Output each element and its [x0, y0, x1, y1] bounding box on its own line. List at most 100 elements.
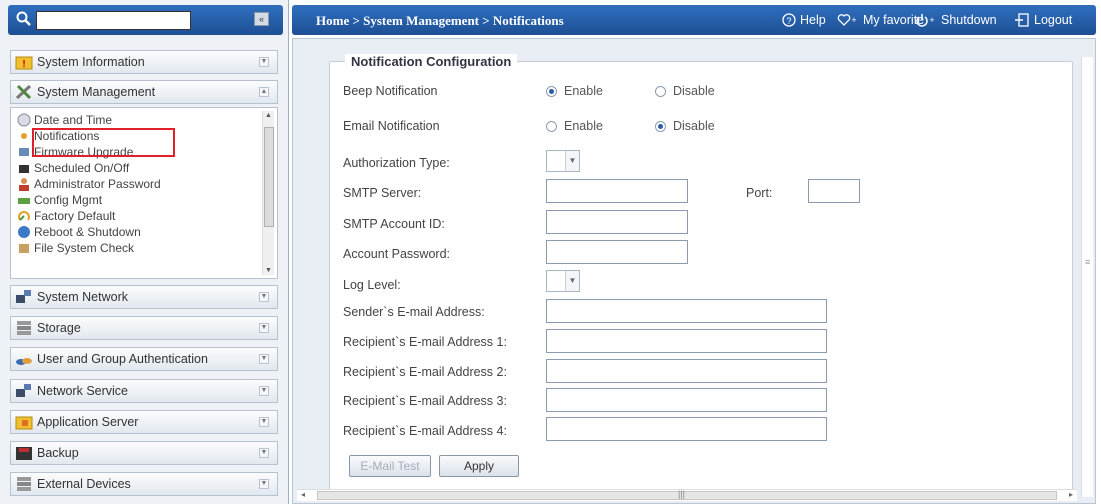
submenu-reboot-shutdown[interactable]: Reboot & Shutdown [17, 224, 141, 240]
expand-arrow-icon[interactable]: ▼ [259, 323, 269, 333]
menu-label: System Information [37, 55, 145, 69]
submenu-label: Administrator Password [34, 177, 161, 191]
radio-dot [546, 85, 557, 97]
recipient-email-4-input[interactable] [546, 417, 827, 441]
clock-icon [17, 113, 31, 127]
account-password-label: Account Password: [343, 247, 450, 261]
email-enable-radio[interactable]: Enable [546, 119, 603, 133]
email-test-button[interactable]: E-Mail Test [349, 455, 431, 477]
port-label: Port: [746, 186, 773, 200]
submenu-administrator-password[interactable]: Administrator Password [17, 176, 161, 192]
search-icon[interactable] [16, 11, 32, 27]
sender-email-input[interactable] [546, 299, 827, 323]
scroll-up-arrow-icon[interactable]: ▲ [265, 112, 272, 119]
recipient-email-2-input[interactable] [546, 359, 827, 383]
sender-email-label: Sender`s E-mail Address: [343, 305, 485, 319]
radio-dot [655, 85, 666, 97]
fieldset-legend: Notification Configuration [345, 54, 518, 69]
menu-system-network[interactable]: System Network ▼ [10, 285, 278, 309]
smtp-server-label: SMTP Server: [343, 186, 422, 200]
menu-system-management[interactable]: System Management ▲ [10, 80, 278, 104]
expand-arrow-icon[interactable]: ▼ [259, 354, 269, 364]
menu-network-service[interactable]: Network Service ▼ [10, 379, 278, 403]
tools-icon [15, 84, 32, 100]
help-icon: ? [782, 13, 796, 27]
email-disable-radio[interactable]: Disable [655, 119, 715, 133]
recipient-email-1-input[interactable] [546, 329, 827, 353]
submenu-config-mgmt[interactable]: Config Mgmt [17, 192, 102, 208]
users-icon [16, 358, 32, 365]
admin-user-icon [19, 178, 29, 191]
svg-text:+: + [851, 15, 856, 25]
recipient-email-2-label: Recipient`s E-mail Address 2: [343, 365, 507, 379]
account-password-input[interactable] [546, 240, 688, 264]
menu-user-group-authentication[interactable]: User and Group Authentication ▼ [10, 347, 278, 371]
main-horizontal-scrollbar[interactable]: ◂ ||| ▸ [297, 489, 1077, 501]
smtp-server-input[interactable] [546, 179, 688, 203]
main-vertical-scrollbar[interactable]: ≡ [1081, 57, 1093, 497]
submenu-label: Config Mgmt [34, 193, 103, 207]
shutdown-link[interactable]: + Shutdown [915, 13, 997, 27]
submenu-factory-default[interactable]: Factory Default [17, 208, 115, 224]
port-input[interactable] [808, 179, 860, 203]
apply-button[interactable]: Apply [439, 455, 519, 477]
network-service-icon [16, 384, 31, 397]
authorization-type-label: Authorization Type: [343, 156, 450, 170]
menu-label: User and Group Authentication [37, 352, 208, 366]
menu-label: Application Server [37, 415, 139, 429]
submenu-label: Factory Default [34, 209, 116, 223]
expand-arrow-icon[interactable]: ▼ [259, 57, 269, 67]
scrollbar-thumb[interactable] [264, 127, 274, 227]
expand-arrow-icon[interactable]: ▼ [259, 292, 269, 302]
collapse-arrow-icon[interactable]: ▲ [259, 87, 269, 97]
top-bar: Home > System Management > Notifications… [292, 5, 1096, 35]
submenu-scrollbar[interactable]: ▲ ▼ [262, 111, 274, 275]
menu-backup[interactable]: Backup ▼ [10, 441, 278, 465]
scroll-grip-icon: ≡ [1085, 257, 1091, 267]
recipient-email-3-input[interactable] [546, 388, 827, 412]
radio-label: Disable [673, 84, 715, 98]
menu-label: Network Service [37, 384, 128, 398]
smtp-account-id-input[interactable] [546, 210, 688, 234]
menu-storage[interactable]: Storage ▼ [10, 316, 278, 340]
beep-disable-radio[interactable]: Disable [655, 84, 715, 98]
menu-external-devices[interactable]: External Devices ▼ [10, 472, 278, 496]
collapse-sidebar-button[interactable]: « [254, 12, 269, 26]
logout-link[interactable]: Logout [1014, 13, 1072, 27]
horizontal-scrollbar-thumb[interactable]: ||| [317, 489, 1057, 500]
scroll-down-arrow-icon[interactable]: ▼ [265, 267, 272, 274]
scroll-left-arrow-icon[interactable]: ◂ [301, 490, 305, 499]
search-input[interactable] [36, 11, 191, 30]
radio-dot [655, 120, 666, 132]
menu-label: System Management [37, 85, 156, 99]
app-folder-icon [15, 416, 33, 430]
menu-system-information[interactable]: ! System Information ▼ [10, 50, 278, 74]
scroll-right-arrow-icon[interactable]: ▸ [1069, 490, 1073, 499]
scroll-grip-icon: ||| [678, 489, 686, 499]
backup-icon [16, 447, 32, 460]
submenu-date-and-time[interactable]: Date and Time [17, 112, 112, 128]
submenu-scheduled-on-off[interactable]: Scheduled On/Off [17, 160, 129, 176]
recipient-email-1-label: Recipient`s E-mail Address 1: [343, 335, 507, 349]
schedule-icon [19, 165, 29, 173]
expand-arrow-icon[interactable]: ▼ [259, 417, 269, 427]
file-system-check-icon [19, 244, 29, 253]
sidebar: « ! System Information ▼ System Manageme… [0, 0, 289, 504]
search-bar: « [8, 5, 283, 35]
shutdown-label: Shutdown [941, 13, 997, 27]
smtp-account-id-label: SMTP Account ID: [343, 217, 445, 231]
firmware-icon [19, 148, 29, 156]
breadcrumb: Home > System Management > Notifications [316, 13, 564, 28]
authorization-type-select[interactable]: ▼ [546, 150, 580, 172]
expand-arrow-icon[interactable]: ▼ [259, 448, 269, 458]
highlight-annotation-box [32, 128, 175, 157]
help-link[interactable]: ? Help [782, 13, 826, 27]
beep-enable-radio[interactable]: Enable [546, 84, 603, 98]
submenu-file-system-check[interactable]: File System Check [17, 240, 134, 256]
menu-application-server[interactable]: Application Server ▼ [10, 410, 278, 434]
favorite-link[interactable]: + My favorite [837, 13, 924, 27]
radio-label: Enable [564, 84, 603, 98]
expand-arrow-icon[interactable]: ▼ [259, 386, 269, 396]
log-level-select[interactable]: ▼ [546, 270, 580, 292]
expand-arrow-icon[interactable]: ▼ [259, 479, 269, 489]
